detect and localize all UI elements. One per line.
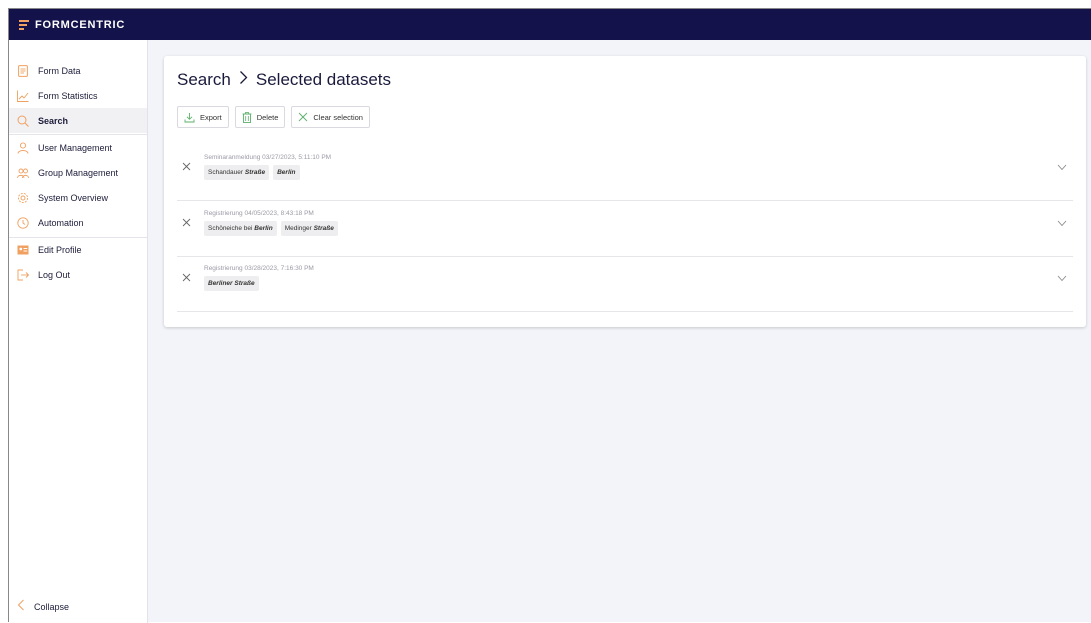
sidebar-item-user-management[interactable]: User Management (9, 135, 147, 160)
tag-highlight: Straße (244, 169, 266, 176)
sidebar-item-system-overview[interactable]: System Overview (9, 185, 147, 210)
dataset-row: Registrierung 03/28/2023, 7:16:30 PM Ber… (177, 256, 1073, 312)
delete-button[interactable]: Delete (234, 106, 286, 128)
sidebar-item-form-data[interactable]: Form Data (9, 58, 147, 83)
app-window: FORMCENTRIC Form Data Form Statistics Se… (8, 8, 1091, 623)
sidebar-item-label: Search (38, 115, 69, 126)
tag-highlight: Berliner Straße (208, 280, 255, 287)
sidebar-item-label: System Overview (38, 192, 109, 203)
sidebar-item-label: User Management (38, 142, 113, 153)
brand-name: FORMCENTRIC (35, 18, 126, 31)
remove-dataset-close-icon[interactable] (182, 214, 191, 227)
formcentric-logo-icon (19, 19, 29, 30)
tag-highlight: Berlin (277, 169, 296, 176)
logout-icon (17, 269, 29, 281)
search-icon (17, 115, 29, 127)
dataset-row: Registrierung 04/05/2023, 8:43:18 PM Sch… (177, 201, 1073, 257)
dataset-tag: Schandauer Straße (204, 165, 270, 180)
sidebar: Form Data Form Statistics Search User Ma… (9, 40, 148, 623)
chevron-left-icon (17, 598, 25, 616)
line-chart-icon (17, 90, 29, 102)
dataset-tags: Berliner Straße (204, 276, 259, 291)
gear-icon (17, 192, 29, 204)
sidebar-item-form-statistics[interactable]: Form Statistics (9, 83, 147, 108)
tag-highlight: Straße (313, 225, 334, 232)
sidebar-item-search[interactable]: Search (9, 108, 147, 133)
clear-selection-button[interactable]: Clear selection (291, 106, 370, 128)
tag-highlight: Berlin (254, 225, 273, 232)
dataset-tag: Berlin (273, 165, 300, 180)
trash-icon (242, 111, 252, 123)
page-title: Search Selected datasets (177, 70, 391, 90)
collapse-label: Collapse (34, 602, 70, 612)
remove-dataset-close-icon[interactable] (182, 158, 191, 171)
breadcrumb-current: Selected datasets (255, 70, 392, 89)
sidebar-item-log-out[interactable]: Log Out (9, 262, 147, 287)
export-button[interactable]: Export (177, 106, 229, 128)
breadcrumb-root[interactable]: Search (177, 70, 231, 90)
dataset-tag: Schöneiche bei Berlin (204, 221, 277, 236)
dataset-row: Seminaranmeldung 03/27/2023, 5:11:10 PM … (177, 145, 1073, 201)
sidebar-item-label: Form Data (38, 65, 81, 76)
chevron-down-icon[interactable] (1057, 158, 1067, 171)
clear-selection-label: Clear selection (313, 112, 363, 122)
sidebar-item-edit-profile[interactable]: Edit Profile (9, 237, 147, 262)
sidebar-item-group-management[interactable]: Group Management (9, 160, 147, 185)
remove-dataset-close-icon[interactable] (182, 269, 191, 282)
dataset-tag: Medinger Straße (280, 221, 338, 236)
tag-text: Schandauer (208, 169, 245, 176)
tag-text: Medinger (284, 225, 314, 232)
sidebar-item-automation[interactable]: Automation (9, 210, 147, 235)
top-bar: FORMCENTRIC (9, 9, 1091, 40)
toolbar: Export Delete Clear selection (177, 106, 370, 128)
sidebar-item-label: Automation (38, 217, 84, 228)
download-icon (184, 112, 195, 123)
dataset-meta: Registrierung 04/05/2023, 8:43:18 PM (204, 210, 314, 217)
sidebar-item-label: Group Management (38, 167, 119, 178)
dataset-tag: Berliner Straße (204, 276, 259, 291)
export-label: Export (200, 112, 222, 122)
id-card-icon (17, 244, 29, 256)
tag-text: Schöneiche bei (208, 225, 255, 232)
chevron-right-icon (239, 70, 248, 90)
dataset-meta: Registrierung 03/28/2023, 7:16:30 PM (204, 265, 314, 272)
chevron-down-icon[interactable] (1057, 269, 1067, 282)
close-icon (298, 112, 308, 122)
dataset-tags: Schöneiche bei Berlin Medinger Straße (204, 221, 338, 236)
user-icon (17, 141, 29, 154)
document-icon (17, 64, 29, 77)
dataset-meta: Seminaranmeldung 03/27/2023, 5:11:10 PM (204, 154, 332, 161)
clock-icon (17, 216, 29, 229)
collapse-button[interactable]: Collapse (17, 598, 69, 616)
selected-datasets-panel: Search Selected datasets Export Delete C… (164, 56, 1086, 327)
sidebar-item-label: Log Out (38, 269, 71, 280)
sidebar-item-label: Edit Profile (38, 244, 82, 255)
sidebar-item-label: Form Statistics (38, 90, 98, 101)
delete-label: Delete (256, 112, 279, 122)
chevron-down-icon[interactable] (1057, 214, 1067, 227)
dataset-tags: Schandauer Straße Berlin (204, 165, 300, 180)
group-icon (17, 167, 29, 179)
